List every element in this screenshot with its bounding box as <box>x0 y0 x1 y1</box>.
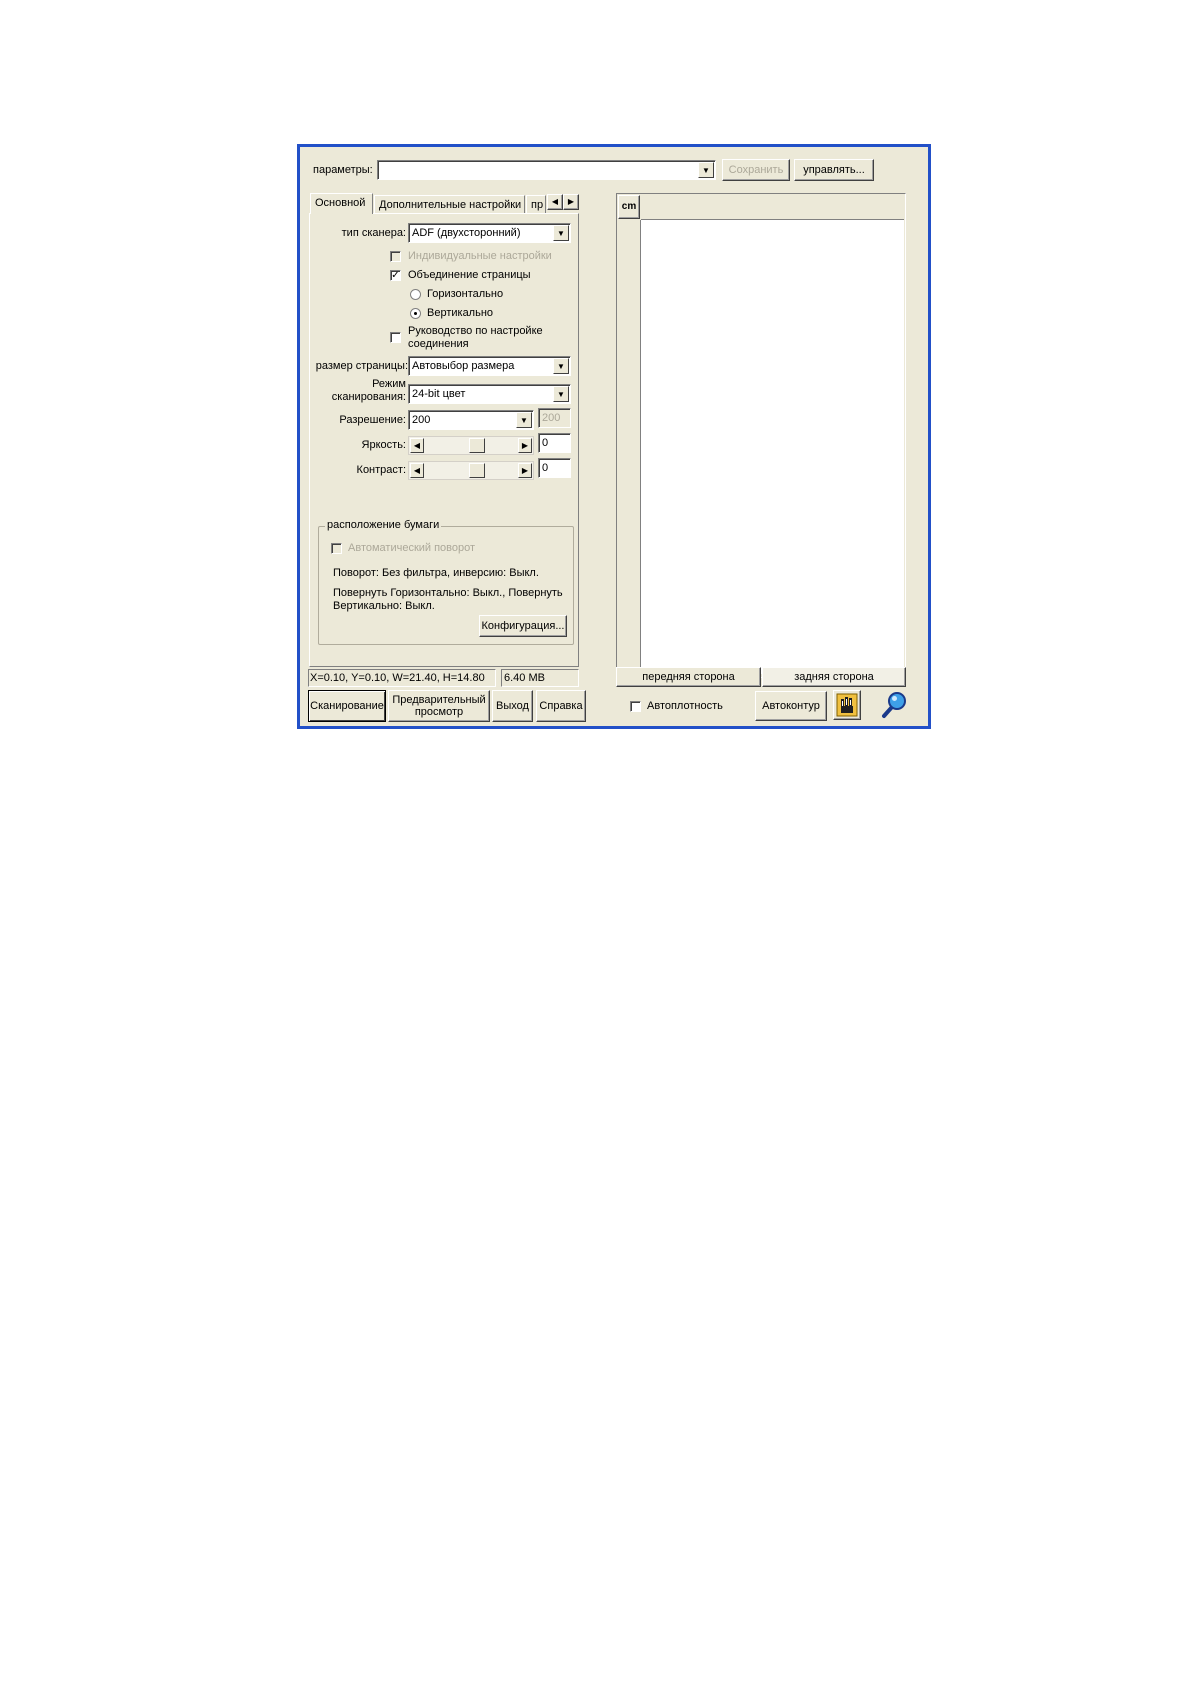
auto-rotate-checkbox[interactable] <box>331 543 342 554</box>
vertical-label: Вертикально <box>427 307 494 319</box>
resolution-select[interactable]: 200 ▼ <box>408 410 534 430</box>
tab-scroll-left-icon[interactable]: ◀ <box>547 194 563 210</box>
back-side-button[interactable]: задняя сторона <box>762 667 906 687</box>
auto-density-checkbox[interactable] <box>630 701 641 712</box>
coords-status: X=0.10, Y=0.10, W=21.40, H=14.80 <box>308 669 496 687</box>
preview-label-2: просмотр <box>414 706 464 718</box>
tab-basic[interactable]: Основной <box>310 193 373 214</box>
scan-mode-label-2: сканирования: <box>331 391 406 403</box>
slider-right-icon[interactable]: ▶ <box>518 463 532 478</box>
scan-mode-label-1: Режим <box>372 378 406 390</box>
chevron-down-icon[interactable]: ▼ <box>516 412 532 428</box>
basic-tab-panel: тип сканера: ADF (двухсторонний) ▼ Индив… <box>309 213 579 667</box>
hand-icon[interactable] <box>833 690 861 720</box>
resolution-value: 200 <box>412 414 431 426</box>
chevron-down-icon[interactable]: ▼ <box>553 386 569 402</box>
resolution-label: Разрешение: <box>339 414 406 426</box>
scanner-type-value: ADF (двухсторонний) <box>412 227 521 239</box>
connection-guide-label-1: Руководство по настройке <box>408 325 543 337</box>
vertical-ruler <box>618 220 641 676</box>
contrast-thumb[interactable] <box>469 463 485 478</box>
auto-contour-button[interactable]: Автоконтур <box>755 691 827 721</box>
page-size-select[interactable]: Автовыбор размера ▼ <box>408 356 571 376</box>
brightness-slider[interactable]: ◀ ▶ <box>408 436 534 455</box>
brightness-value: 0 <box>542 437 549 449</box>
slider-left-icon[interactable]: ◀ <box>410 463 424 478</box>
horizontal-label: Горизонтально <box>427 288 504 300</box>
contrast-slider[interactable]: ◀ ▶ <box>408 461 534 480</box>
scanner-type-label: тип сканера: <box>341 227 406 239</box>
rotation-text: Поворот: Без фильтра, инверсию: Выкл. <box>333 567 539 579</box>
connection-guide-checkbox[interactable] <box>390 332 401 343</box>
flip-text-2: Вертикально: Выкл. <box>333 600 435 612</box>
tab-more[interactable]: пр <box>526 195 546 214</box>
page-size-value: Автовыбор размера <box>412 360 515 372</box>
coords-text: X=0.10, Y=0.10, W=21.40, H=14.80 <box>310 672 485 684</box>
contrast-value: 0 <box>542 462 549 474</box>
flip-text-1: Повернуть Горизонтально: Выкл., Повернут… <box>333 587 563 599</box>
vertical-radio[interactable] <box>410 308 421 319</box>
magnifier-icon-glyph <box>882 692 906 718</box>
paper-group-label: расположение бумаги <box>325 519 442 531</box>
front-side-button[interactable]: передняя сторона <box>616 667 761 687</box>
size-text: 6.40 MB <box>504 672 545 684</box>
connection-guide-label-2: соединения <box>408 338 469 350</box>
contrast-field[interactable]: 0 <box>538 458 571 478</box>
chevron-down-icon[interactable]: ▼ <box>553 358 569 374</box>
save-button[interactable]: Сохранить <box>722 159 790 181</box>
individual-settings-label: Индивидуальные настройки <box>408 250 552 262</box>
scan-mode-value: 24-bit цвет <box>412 388 466 400</box>
brightness-field[interactable]: 0 <box>538 433 571 453</box>
brightness-thumb[interactable] <box>469 438 485 453</box>
page-merge-checkbox[interactable]: ✓ <box>390 270 401 281</box>
auto-rotate-label: Автоматический поворот <box>348 542 476 554</box>
slider-right-icon[interactable]: ▶ <box>518 438 532 453</box>
scanner-dialog: параметры: ▼ Сохранить управлять... Осно… <box>297 144 931 729</box>
paper-orientation-group: расположение бумаги Автоматический повор… <box>318 519 574 645</box>
individual-settings-checkbox[interactable] <box>390 251 401 262</box>
tab-advanced[interactable]: Дополнительные настройки <box>374 195 525 214</box>
hand-icon-glyph <box>836 693 858 717</box>
manage-button[interactable]: управлять... <box>794 159 874 181</box>
chevron-down-icon[interactable]: ▼ <box>698 162 714 178</box>
horizontal-radio[interactable] <box>410 289 421 300</box>
preview-label-1: Предварительный <box>392 694 486 706</box>
magnifier-icon[interactable] <box>881 691 907 719</box>
radio-selected-dot <box>414 312 417 315</box>
resolution-custom-field[interactable]: 200 <box>538 408 571 428</box>
exit-button[interactable]: Выход <box>492 690 533 722</box>
ruler-unit-button[interactable]: cm <box>618 195 640 219</box>
preview-button[interactable]: Предварительный просмотр <box>388 690 490 722</box>
resolution-custom-value: 200 <box>542 412 561 424</box>
page-size-label: размер страницы: <box>315 360 408 372</box>
preview-canvas[interactable] <box>641 220 904 674</box>
help-button[interactable]: Справка <box>536 690 586 722</box>
params-combo[interactable]: ▼ <box>377 160 716 180</box>
auto-density-label: Автоплотность <box>647 700 723 712</box>
tab-scroll-right-icon[interactable]: ▶ <box>563 194 579 210</box>
scan-button[interactable]: Сканирование <box>308 690 386 722</box>
horizontal-ruler <box>641 195 904 220</box>
params-label: параметры: <box>313 164 373 176</box>
slider-left-icon[interactable]: ◀ <box>410 438 424 453</box>
brightness-label: Яркость: <box>361 439 406 451</box>
preview-frame: cm <box>616 193 906 678</box>
scan-mode-select[interactable]: 24-bit цвет ▼ <box>408 384 571 404</box>
contrast-label: Контраст: <box>356 464 406 476</box>
page-merge-label: Объединение страницы <box>408 269 531 281</box>
scanner-type-select[interactable]: ADF (двухсторонний) ▼ <box>408 223 571 243</box>
chevron-down-icon[interactable]: ▼ <box>553 225 569 241</box>
config-button[interactable]: Конфигурация... <box>479 615 567 637</box>
size-status: 6.40 MB <box>501 669 579 687</box>
